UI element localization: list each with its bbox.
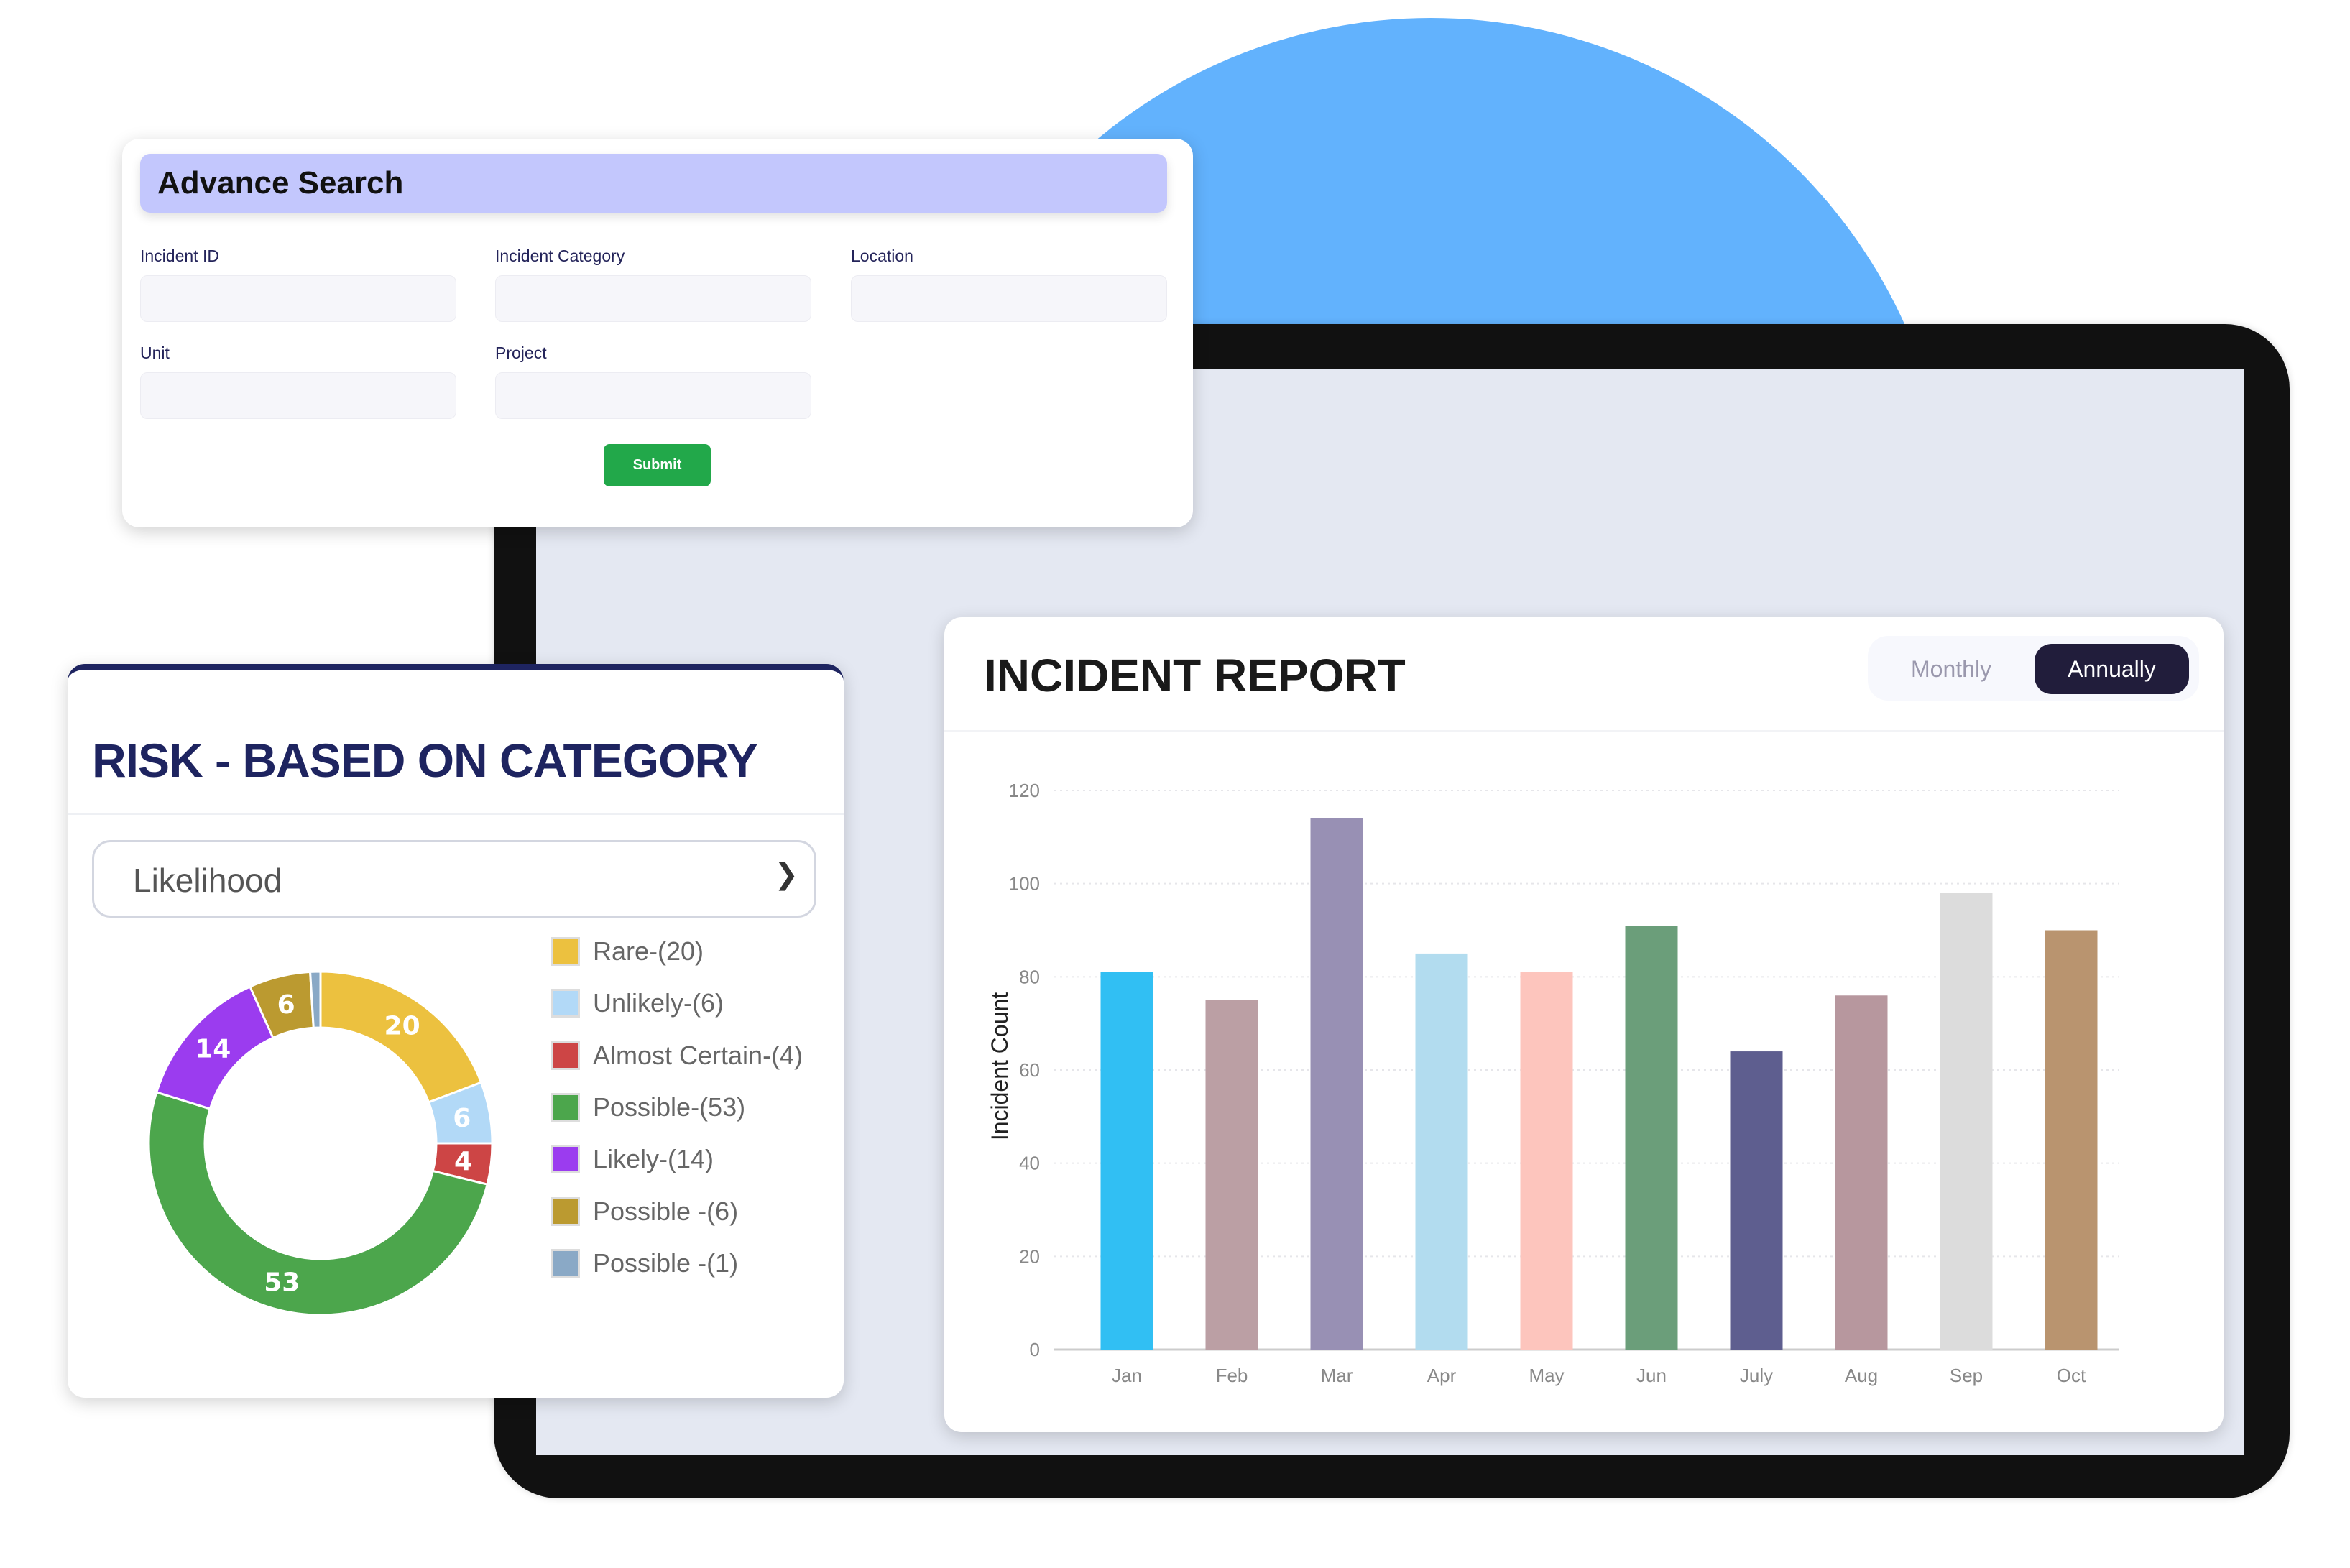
slice-label: 14 [195,1034,231,1064]
legend-label: Likely-(14) [593,1144,714,1174]
y-tick-label: 100 [1009,873,1040,895]
risk-donut-chart: 20 6 4 53 14 6 [147,970,494,1316]
bar-apr[interactable] [1415,953,1468,1350]
legend-label: Possible -(6) [593,1196,739,1226]
x-tick-label: Aug [1845,1365,1878,1386]
risk-title: RISK - BASED ON CATEGORY [92,734,758,787]
legend-item[interactable]: Likely-(14) [551,1144,714,1174]
legend-item[interactable]: Rare-(20) [551,936,704,967]
incident-bar-chart: 0 20 40 60 80 100 120 Incident Count Jan Feb Mar Ap… [987,780,2119,1386]
y-axis-title: Incident Count [987,992,1013,1140]
bar-feb[interactable] [1205,1000,1258,1350]
x-tick-label: Sep [1950,1365,1983,1386]
select-value: Likelihood [133,862,282,899]
bar-mar[interactable] [1310,818,1363,1350]
legend-swatch [551,1248,580,1278]
y-tick-label: 40 [1019,1153,1040,1174]
y-tick-label: 60 [1019,1059,1040,1081]
project-field: Project [495,343,811,419]
location-field: Location [851,246,1167,322]
legend-label: Possible-(53) [593,1092,746,1122]
unit-input[interactable] [140,372,456,419]
bar-july[interactable] [1730,1051,1783,1350]
y-tick-label: 80 [1019,966,1040,987]
x-tick-label: Oct [2057,1365,2086,1386]
y-tick-label: 0 [1030,1339,1040,1360]
advance-search-panel: Advance Search Incident ID Incident Cate… [122,139,1193,527]
location-input[interactable] [851,275,1167,322]
legend-swatch [551,1145,580,1174]
legend-swatch [551,1196,580,1226]
slice-label: 20 [384,1011,420,1041]
legend-swatch [551,1092,580,1122]
slice-label: 6 [453,1104,471,1133]
y-tick-label: 20 [1019,1245,1040,1267]
bar-oct[interactable] [2045,930,2098,1350]
project-input[interactable] [495,372,811,419]
slice-label: 4 [454,1147,472,1176]
legend-swatch [551,989,580,1018]
x-tick-label: Jan [1112,1365,1142,1386]
incident-category-input[interactable] [495,275,811,322]
x-tick-label: Jun [1636,1365,1667,1386]
x-tick-label: July [1740,1365,1773,1386]
legend-label: Unlikely-(6) [593,988,724,1018]
x-tick-label: May [1529,1365,1564,1386]
y-tick-label: 120 [1009,780,1040,801]
bar-jun[interactable] [1625,926,1678,1350]
slice-label: 53 [264,1268,300,1298]
incident-id-input[interactable] [140,275,456,322]
legend-item[interactable]: Almost Certain-(4) [551,1041,803,1071]
likelihood-select[interactable]: Likelihood ❯ [92,840,816,918]
x-tick-label: Apr [1427,1365,1457,1386]
legend-label: Almost Certain-(4) [593,1040,803,1070]
legend-item[interactable]: Possible -(1) [551,1248,738,1278]
incident-category-field: Incident Category [495,246,811,322]
bar-sep[interactable] [1940,893,1993,1350]
legend-item[interactable]: Unlikely-(6) [551,988,724,1018]
chevron-down-icon: ❯ [774,859,798,890]
submit-button[interactable]: Submit [604,444,711,486]
legend-label: Possible -(1) [593,1248,739,1278]
x-tick-label: Mar [1321,1365,1353,1386]
legend-swatch [551,1041,580,1070]
legend-item[interactable]: Possible -(6) [551,1196,738,1227]
slice-label: 6 [277,990,295,1020]
divider [68,813,844,815]
bar-jan[interactable] [1100,972,1153,1350]
legend-swatch [551,937,580,966]
advance-search-title: Advance Search [140,154,1167,213]
unit-field: Unit [140,343,456,419]
legend-label: Rare-(20) [593,936,704,966]
bar-aug[interactable] [1835,995,1888,1350]
incident-report-card: INCIDENT REPORT Monthly Annually 0 20 40 60… [944,617,2224,1432]
x-tick-label: Feb [1216,1365,1248,1386]
incident-id-field: Incident ID [140,246,456,322]
legend-item[interactable]: Possible-(53) [551,1092,745,1122]
bar-may[interactable] [1520,972,1573,1350]
